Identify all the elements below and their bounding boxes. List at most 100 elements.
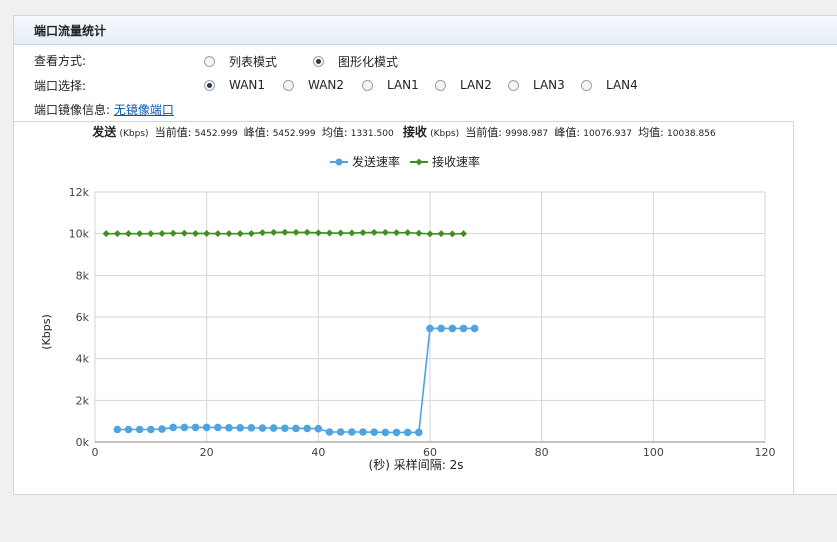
send-rate-point xyxy=(214,423,222,432)
send-rate-point xyxy=(370,428,378,437)
send-rate-point xyxy=(292,424,300,433)
send-rate-point xyxy=(169,423,177,432)
send-unit: (Kbps) xyxy=(120,129,149,139)
send-rate-point xyxy=(236,424,244,432)
lan4-label: LAN4 xyxy=(606,78,638,92)
lan3-radio[interactable] xyxy=(508,79,519,91)
send-legend-marker[interactable] xyxy=(335,158,343,166)
port-option-lan3[interactable]: LAN3 xyxy=(508,78,565,92)
recv-unit: (Kbps) xyxy=(430,129,459,139)
send-current-value: 5452.999 xyxy=(195,129,238,139)
y-tick-label: 4k xyxy=(76,353,90,366)
port-option-lan2[interactable]: LAN2 xyxy=(435,78,492,92)
send-legend-label[interactable]: 发送速率 xyxy=(352,154,400,169)
traffic-chart: 发送 (Kbps) 当前值: 5452.999 峰值: 5452.999 均值:… xyxy=(13,121,794,495)
send-stats-label: 发送 xyxy=(91,124,117,139)
view-mode-label: 查看方式: xyxy=(34,54,87,68)
mirror-info-label: 端口镜像信息: xyxy=(34,103,111,117)
send-rate-point xyxy=(281,424,289,433)
lan2-radio[interactable] xyxy=(435,79,446,91)
send-rate-point xyxy=(448,324,457,333)
traffic-chart-svg: 发送 (Kbps) 当前值: 5452.999 峰值: 5452.999 均值:… xyxy=(40,124,776,472)
wan2-radio[interactable] xyxy=(283,79,294,91)
send-rate-point xyxy=(124,425,133,434)
x-tick-label: 0 xyxy=(92,446,99,459)
y-tick-label: 12k xyxy=(69,186,90,199)
recv-avg-value: 10038.856 xyxy=(667,129,716,139)
send-rate-point xyxy=(314,424,323,433)
port-option-wan1[interactable]: WAN1 xyxy=(204,78,265,92)
recv-avg-label: 均值: xyxy=(638,126,664,139)
chart-legend[interactable]: 发送速率 接收速率 xyxy=(330,154,480,169)
send-rate-point xyxy=(202,423,211,432)
send-current-label: 当前值: xyxy=(155,125,192,139)
port-option-wan2[interactable]: WAN2 xyxy=(283,78,344,92)
send-rate-point xyxy=(403,428,412,437)
port-option-lan4[interactable]: LAN4 xyxy=(581,78,638,92)
send-rate-point xyxy=(303,424,311,433)
send-rate-point xyxy=(381,428,390,437)
mirror-info-row: 端口镜像信息: 无镜像端口 xyxy=(34,101,174,118)
lan1-radio[interactable] xyxy=(362,79,373,91)
port-traffic-panel: 端口流量统计 查看方式: 列表模式 图形化模式 端口选择: WAN1 WAN2 … xyxy=(13,15,837,495)
x-tick-label: 120 xyxy=(755,446,776,459)
panel-title: 端口流量统计 xyxy=(34,24,107,38)
send-rate-point xyxy=(180,423,189,432)
x-tick-label: 100 xyxy=(643,446,664,459)
send-rate-point xyxy=(325,428,334,436)
y-axis-label: (Kbps) xyxy=(40,314,53,350)
send-peak-value: 5452.999 xyxy=(273,129,316,139)
list-mode-radio[interactable] xyxy=(204,56,215,67)
send-rate-point xyxy=(158,425,166,433)
send-rate-point xyxy=(147,425,155,434)
send-peak-label: 峰值: xyxy=(244,126,270,139)
recv-legend-label[interactable]: 接收速率 xyxy=(432,154,480,169)
send-rate-point xyxy=(470,324,479,333)
lan1-label: LAN1 xyxy=(387,78,419,92)
send-rate-point xyxy=(135,425,144,434)
y-tick-label: 2k xyxy=(76,394,90,407)
send-rate-point xyxy=(269,424,278,432)
list-mode-label: 列表模式 xyxy=(229,55,278,69)
y-tick-label: 6k xyxy=(76,311,90,324)
chart-grid xyxy=(94,191,766,443)
x-tick-label: 40 xyxy=(311,446,325,459)
x-tick-label: 20 xyxy=(200,446,214,459)
send-rate-point xyxy=(191,423,200,432)
lan2-label: LAN2 xyxy=(460,78,492,92)
send-rate-point xyxy=(348,428,356,436)
send-rate-point xyxy=(415,428,423,437)
send-rate-point xyxy=(113,425,122,434)
view-mode-list-option[interactable]: 列表模式 xyxy=(204,53,277,70)
panel-header: 端口流量统计 xyxy=(14,16,837,45)
wan2-label: WAN2 xyxy=(308,78,345,92)
no-mirror-port-link[interactable]: 无镜像端口 xyxy=(114,103,174,117)
recv-current-label: 当前值: xyxy=(465,125,502,139)
recv-legend-marker[interactable] xyxy=(415,158,423,166)
graph-mode-radio[interactable] xyxy=(313,56,324,67)
send-avg-value: 1331.500 xyxy=(351,129,394,139)
send-rate-point xyxy=(336,428,345,436)
send-rate-point xyxy=(258,424,267,432)
send-avg-label: 均值: xyxy=(322,126,348,139)
send-rate-point xyxy=(437,324,445,333)
y-tick-label: 0k xyxy=(76,436,90,449)
send-rate-point xyxy=(247,424,256,432)
port-option-lan1[interactable]: LAN1 xyxy=(362,78,419,92)
recv-current-value: 9998.987 xyxy=(505,129,548,139)
port-select-label: 端口选择: xyxy=(34,79,87,93)
view-mode-graph-option[interactable]: 图形化模式 xyxy=(313,53,398,70)
y-tick-label: 8k xyxy=(76,269,90,282)
send-rate-point xyxy=(392,428,401,437)
lan4-radio[interactable] xyxy=(581,79,592,91)
x-axis-label: (秒) 采样间隔: 2s xyxy=(369,457,464,472)
wan1-label: WAN1 xyxy=(229,78,266,92)
recv-peak-label: 峰值: xyxy=(554,126,580,139)
graph-mode-label: 图形化模式 xyxy=(338,55,399,69)
send-rate-point xyxy=(225,424,233,432)
wan1-radio[interactable] xyxy=(204,79,215,91)
stats-line: 发送 (Kbps) 当前值: 5452.999 峰值: 5452.999 均值:… xyxy=(91,124,716,139)
send-rate-point xyxy=(359,428,367,436)
lan3-label: LAN3 xyxy=(533,78,565,92)
recv-peak-value: 10076.937 xyxy=(583,129,632,139)
